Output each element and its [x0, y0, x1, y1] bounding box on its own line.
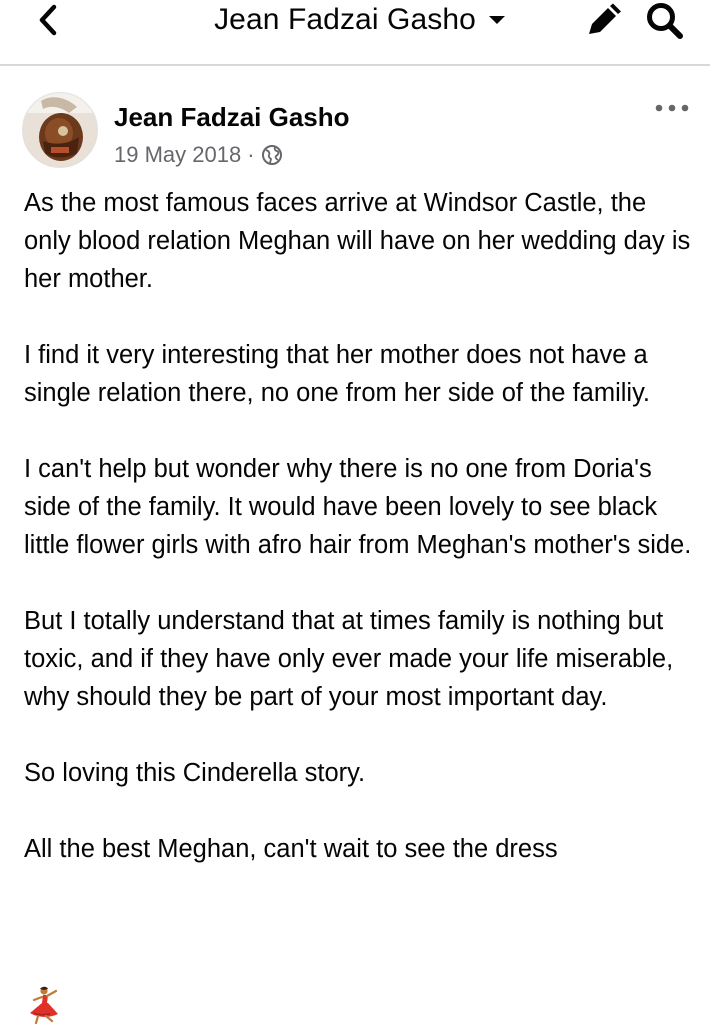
post-paragraph: But I totally understand that at times f… — [24, 607, 674, 711]
globe-icon — [261, 145, 282, 165]
post-paragraph: I can't help but wonder why there is no … — [24, 455, 692, 559]
post-date[interactable]: 19 May 2018 — [114, 142, 241, 168]
avatar-photo — [23, 93, 97, 167]
more-options-icon — [655, 104, 689, 112]
edit-button[interactable] — [582, 0, 626, 40]
caret-down-icon — [488, 16, 505, 24]
post-meta: 19 May 2018 · — [114, 142, 283, 168]
post-paragraph: So loving this Cinderella story. — [24, 759, 366, 787]
post-paragraph: All the best Meghan, can't wait to see t… — [24, 835, 558, 863]
search-icon — [647, 3, 683, 39]
avatar[interactable] — [22, 92, 98, 168]
pencil-icon — [589, 3, 621, 34]
dancer-emoji — [30, 986, 58, 1024]
top-navigation-bar: Jean Fadzai Gasho — [0, 0, 710, 66]
post-paragraph: As the most famous faces arrive at Winds… — [24, 189, 691, 293]
meta-separator: · — [247, 142, 255, 167]
post-paragraph: I find it very interesting that her moth… — [24, 341, 651, 407]
search-button[interactable] — [640, 0, 690, 40]
page-title: Jean Fadzai Gasho — [214, 3, 476, 36]
post-text: As the most famous faces arrive at Winds… — [24, 184, 694, 868]
post-author-name[interactable]: Jean Fadzai Gasho — [114, 102, 350, 133]
more-options-button[interactable] — [652, 98, 692, 118]
